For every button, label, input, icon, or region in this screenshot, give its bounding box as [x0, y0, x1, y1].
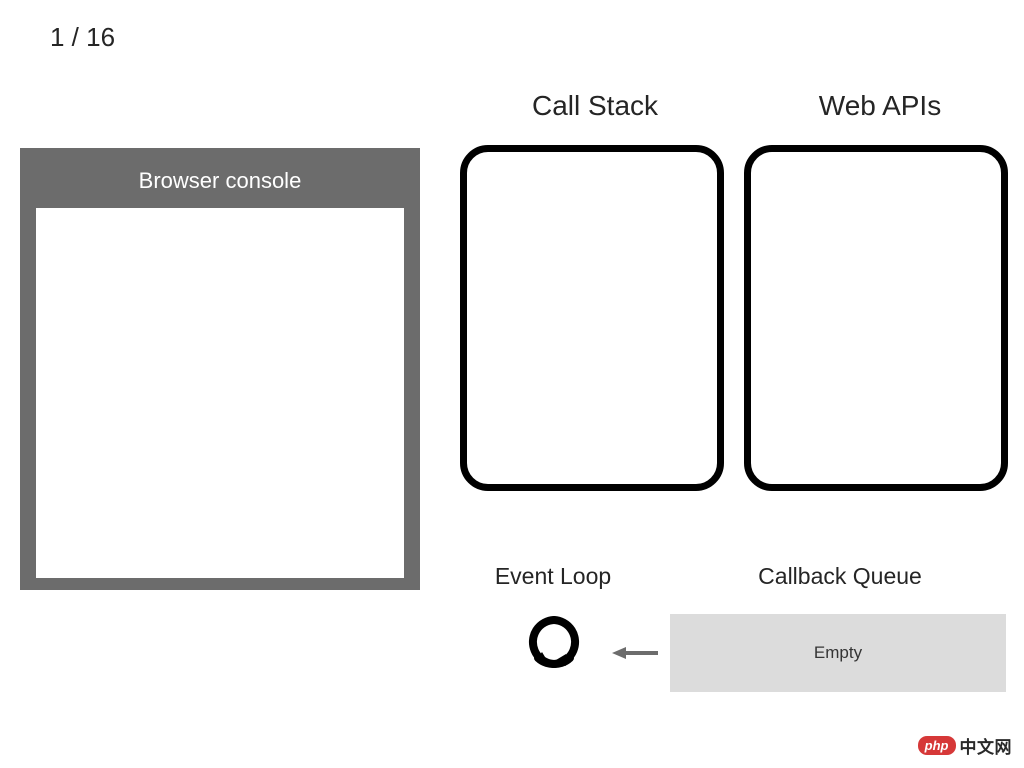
watermark-text: 中文网 [960, 733, 1013, 758]
watermark-badge: php [918, 736, 956, 755]
web-apis-box [744, 145, 1008, 491]
event-loop-icon [526, 614, 582, 670]
callback-queue-box: Empty [670, 614, 1006, 692]
browser-console-panel: Browser console [20, 148, 420, 590]
watermark: php 中文网 [918, 733, 1012, 758]
event-loop-heading: Event Loop [458, 563, 648, 590]
call-stack-heading: Call Stack [460, 90, 730, 122]
web-apis-heading: Web APIs [745, 90, 1015, 122]
page-counter: 1 / 16 [50, 22, 115, 53]
call-stack-box [460, 145, 724, 491]
arrow-left-icon [612, 645, 660, 661]
browser-console-title: Browser console [20, 148, 420, 208]
callback-queue-status: Empty [814, 643, 862, 663]
browser-console-content [36, 208, 404, 578]
callback-queue-heading: Callback Queue [720, 563, 960, 590]
